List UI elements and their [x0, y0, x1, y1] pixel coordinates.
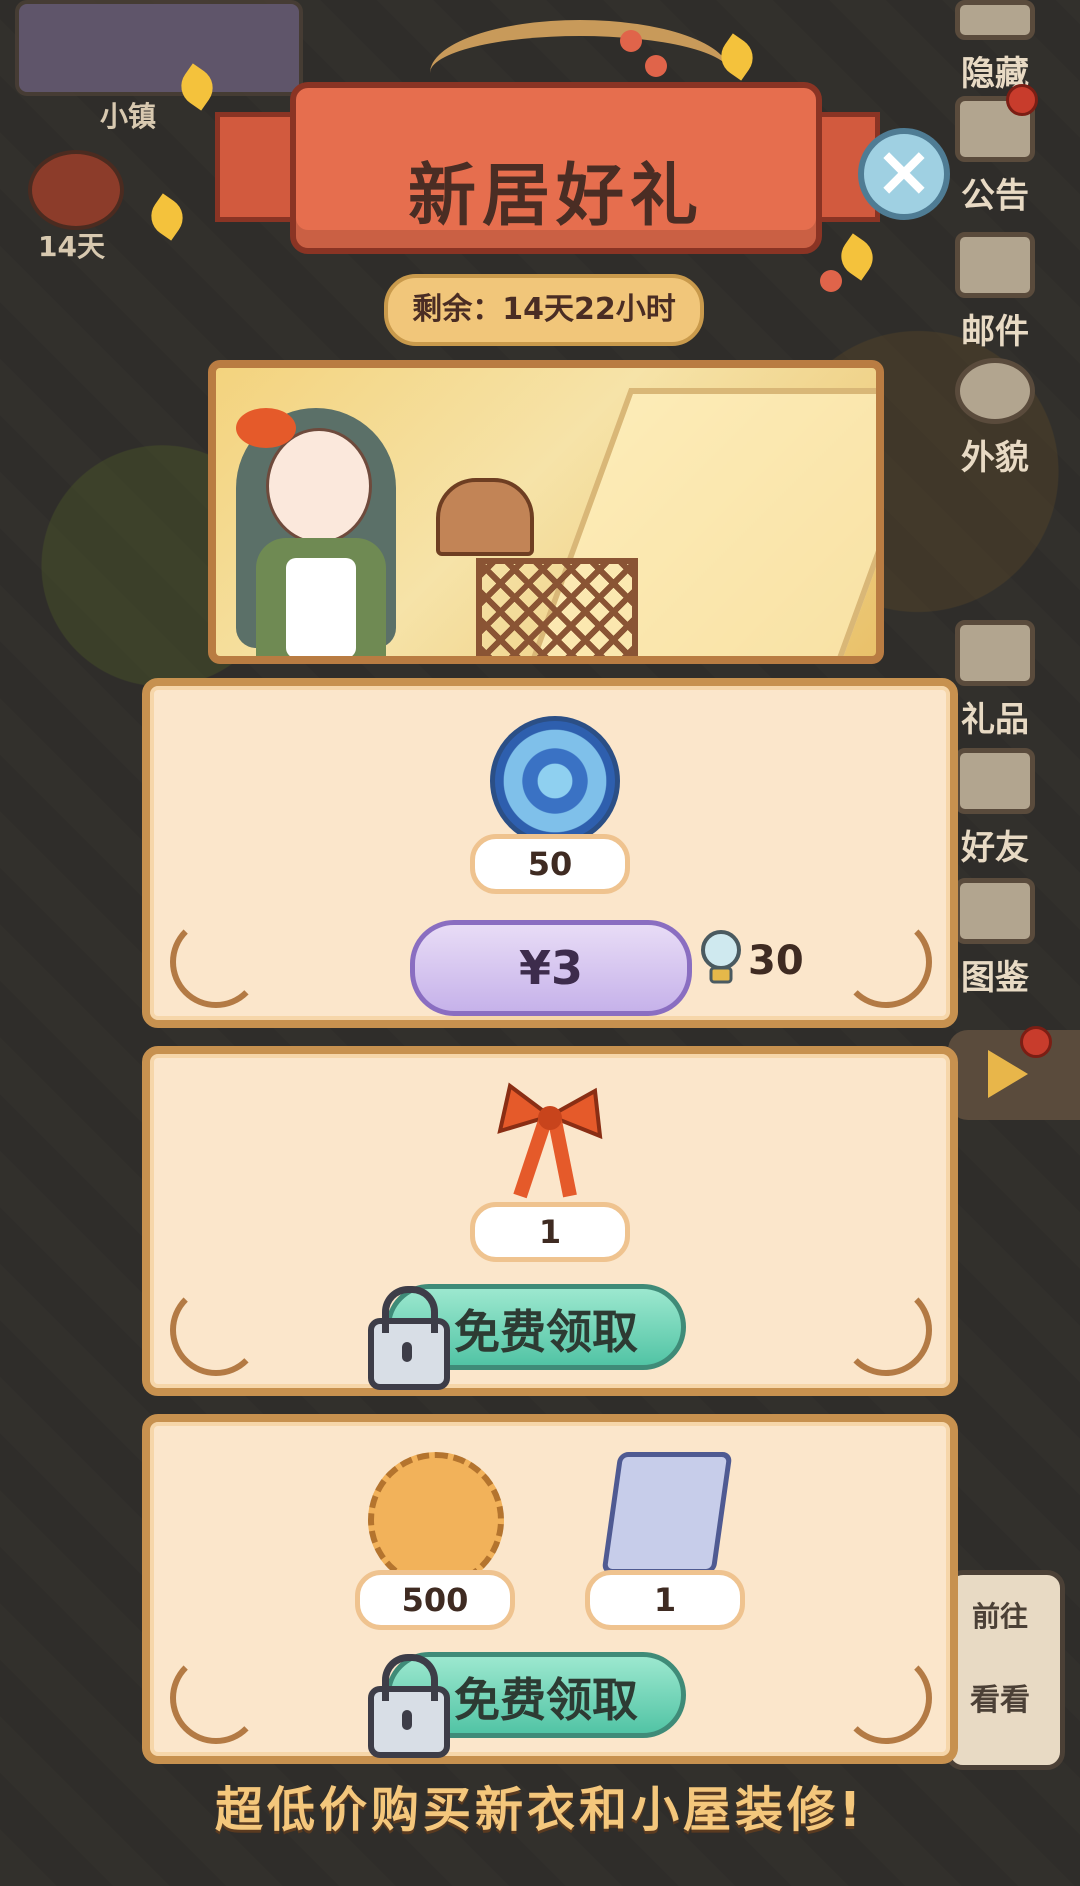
play-arrow-tab[interactable]	[948, 1030, 1080, 1120]
item-quantity: 1	[470, 1202, 630, 1262]
friend-icon	[955, 748, 1035, 814]
berry-decoration	[645, 55, 667, 77]
goto-label: 前往	[971, 1600, 1028, 1633]
blueprint-scroll-icon	[601, 1452, 733, 1574]
close-button[interactable]: ×	[858, 128, 950, 220]
pack-card-3: 500 1 免费领取	[142, 1414, 958, 1764]
vine-decoration	[840, 1284, 932, 1376]
notice-badge-dot	[1006, 84, 1038, 116]
envelope-icon	[955, 232, 1035, 298]
side-menu-hide[interactable]: 隐藏	[950, 0, 1040, 95]
blue-swirl-gem-icon	[490, 716, 620, 846]
item-quantity: 1	[585, 1570, 745, 1630]
side-menu-appearance[interactable]: 外貌	[950, 358, 1040, 479]
vine-decoration	[170, 916, 262, 1008]
vine-decoration	[170, 1652, 262, 1744]
mailbox-image	[436, 478, 534, 556]
look-label: 看看	[970, 1683, 1030, 1718]
hide-icon	[955, 0, 1035, 40]
buy-price-button[interactable]: ¥3	[410, 920, 692, 1016]
remaining-time: 剩余：14天22小时	[384, 274, 704, 346]
gift-box-icon	[955, 620, 1035, 686]
event-cake-icon[interactable]	[28, 150, 124, 230]
pack-card-2: 1 免费领取	[142, 1046, 958, 1396]
leaf-coin-icon	[368, 1452, 504, 1588]
side-menu-mail[interactable]: 邮件	[950, 232, 1040, 353]
character-apron	[286, 558, 356, 656]
red-ribbon-bow-icon	[490, 1076, 610, 1202]
promo-footer-text: 超低价购买新衣和小屋装修!	[215, 1782, 865, 1838]
vine-decoration	[840, 916, 932, 1008]
vine-decoration	[170, 1284, 262, 1376]
town-label[interactable]: 小镇	[100, 95, 156, 135]
vine-decoration	[840, 1652, 932, 1744]
lightbulb-icon	[698, 928, 744, 988]
album-icon	[955, 878, 1035, 944]
play-badge-dot	[1020, 1026, 1052, 1058]
berry-decoration	[620, 30, 642, 52]
dialog-title: 新居好礼	[407, 157, 704, 236]
item-quantity: 50	[470, 834, 630, 894]
character-face	[266, 428, 372, 544]
fence-image	[476, 558, 638, 656]
item-quantity: 500	[355, 1570, 515, 1630]
event-timer-label: 14天	[38, 230, 105, 263]
pack-card-1: 50 ¥3 30	[142, 678, 958, 1028]
close-icon: ×	[874, 130, 934, 212]
side-menu-collection[interactable]: 图鉴	[950, 878, 1040, 999]
lock-icon	[368, 1286, 450, 1390]
showcase-illustration	[208, 360, 884, 664]
side-menu-gift[interactable]: 礼品	[950, 620, 1040, 741]
berry-decoration	[820, 270, 842, 292]
side-menu-friends[interactable]: 好友	[950, 748, 1040, 869]
alt-price-value: 30	[748, 938, 804, 984]
goto-card[interactable]: 前往 看看	[945, 1570, 1065, 1770]
face-icon	[955, 358, 1035, 424]
player-portrait[interactable]	[15, 0, 303, 96]
character-bow	[236, 408, 296, 448]
lock-icon	[368, 1654, 450, 1758]
